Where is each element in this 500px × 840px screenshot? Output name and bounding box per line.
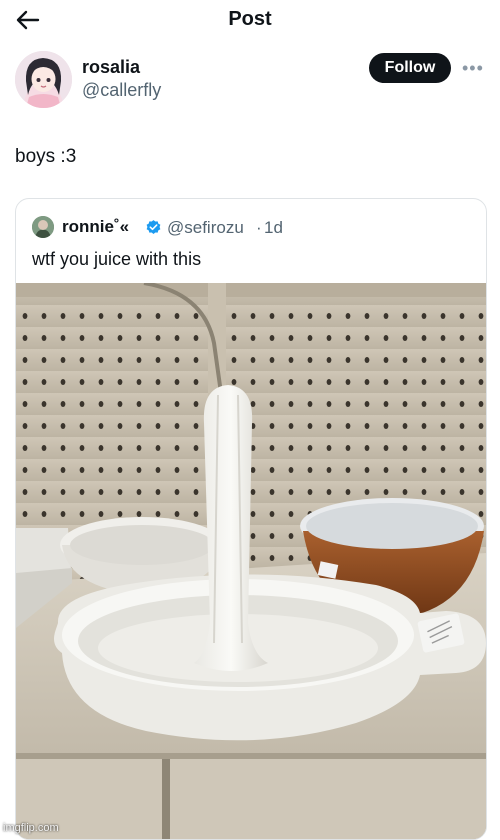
quoted-post-card[interactable]: ronnie˚« @sefirozu · 1d wtf you juice wi… (15, 198, 487, 840)
quoted-author-avatar[interactable] (32, 216, 54, 238)
verified-badge-icon (146, 220, 161, 234)
top-bar: Post (0, 0, 500, 42)
watermark-text: imgflip.com (3, 822, 59, 834)
quoted-author-name[interactable]: ronnie˚« (62, 217, 129, 237)
quoted-post-time[interactable]: 1d (264, 218, 283, 238)
author-name[interactable]: rosalia (82, 57, 140, 78)
quoted-avatar-illustration (32, 216, 54, 238)
meta-separator: · (256, 218, 262, 237)
quoted-post-text: wtf you juice with this (32, 249, 202, 269)
post-text: boys :3 (15, 146, 77, 167)
page-title: Post (228, 8, 272, 30)
quoted-author-handle[interactable]: @sefirozu (167, 218, 244, 238)
quoted-post-photo[interactable] (16, 283, 486, 839)
author-avatar[interactable] (15, 51, 72, 108)
avatar-illustration (15, 51, 72, 108)
author-handle[interactable]: @callerfly (82, 80, 161, 101)
more-options-icon[interactable]: ••• (462, 58, 486, 78)
follow-button[interactable]: Follow (369, 53, 451, 83)
